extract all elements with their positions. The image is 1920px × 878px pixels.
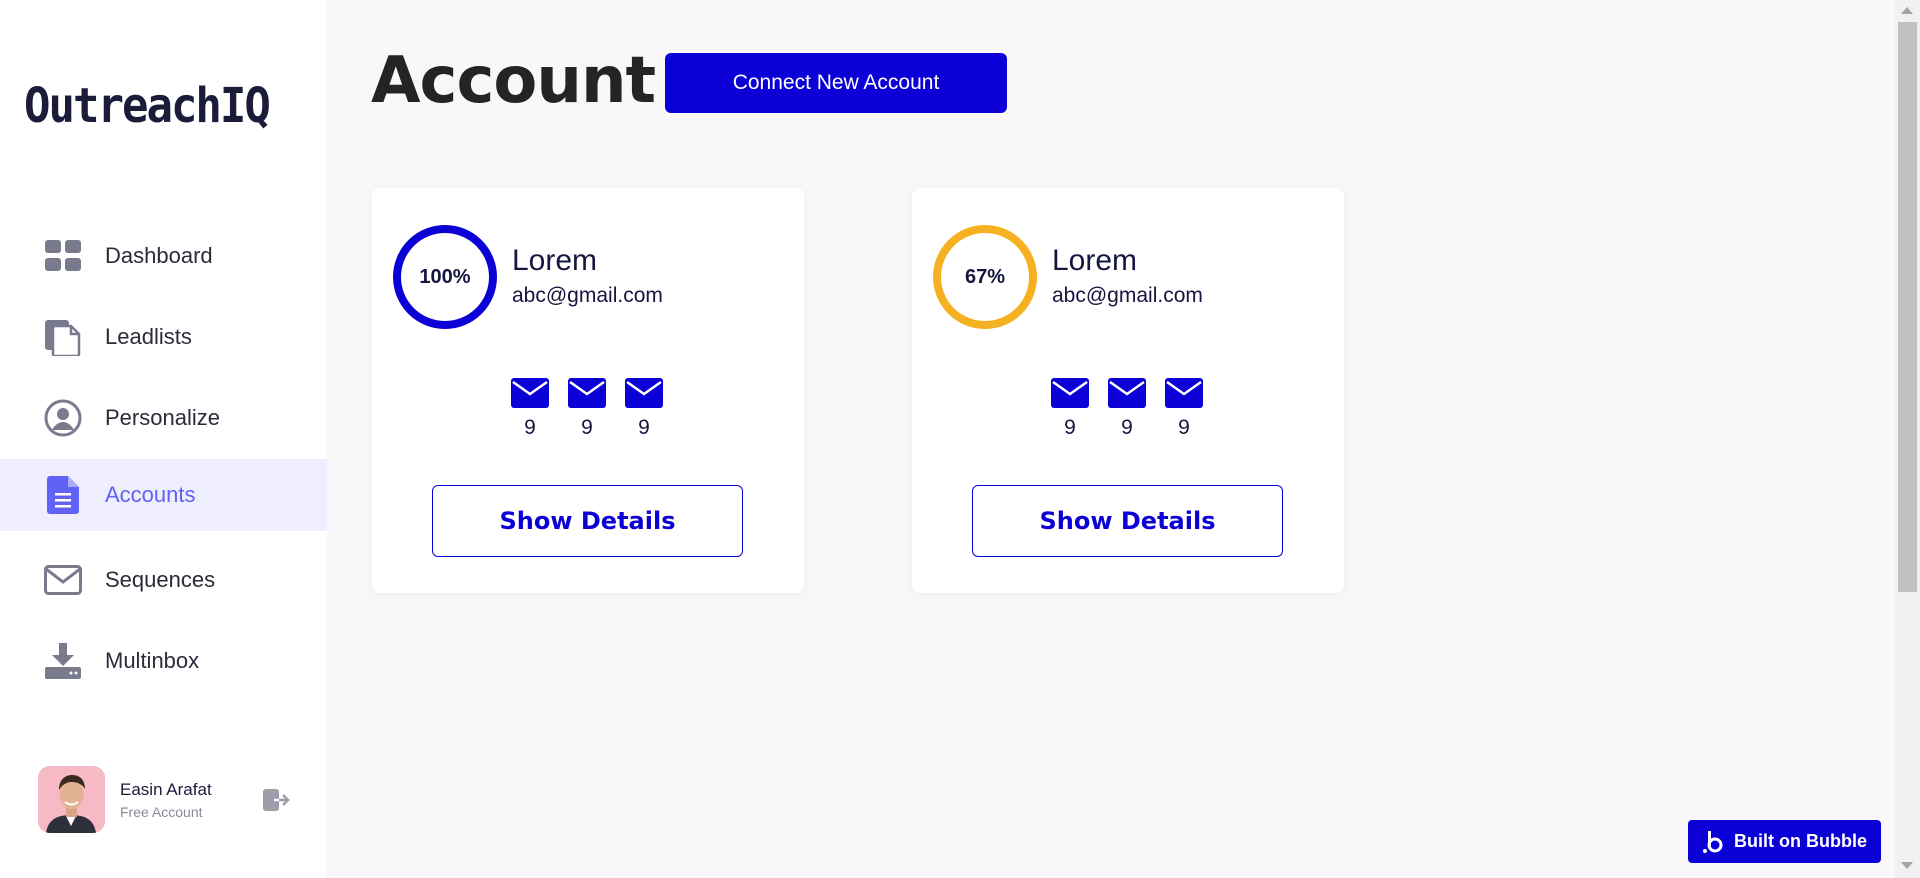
- bubble-logo-icon: [1703, 830, 1723, 853]
- sidebar-item-multinbox[interactable]: Multinbox: [0, 625, 327, 697]
- mail-icon: [511, 378, 549, 408]
- badge-label: Built on Bubble: [1734, 831, 1867, 851]
- file-text-icon: [44, 476, 82, 514]
- logout-icon[interactable]: [262, 786, 290, 814]
- sidebar-item-label: Dashboard: [105, 243, 213, 268]
- app-root: OutreachIQ Dashboard Leadlists Personali…: [0, 0, 1920, 878]
- mail-count: 9: [581, 416, 593, 439]
- mail-stat: 9: [1045, 378, 1095, 440]
- scrollbar-thumb[interactable]: [1898, 22, 1917, 592]
- mail-icon: [1108, 378, 1146, 408]
- envelope-icon: [44, 561, 82, 599]
- profile-plan: Free Account: [120, 804, 203, 820]
- account-name: Lorem: [512, 244, 598, 277]
- sidebar-item-sequences[interactable]: Sequences: [0, 544, 327, 616]
- account-email: abc@gmail.com: [1052, 284, 1203, 307]
- sidebar-item-accounts[interactable]: Accounts: [0, 459, 327, 531]
- mail-icon: [568, 378, 606, 408]
- sidebar-item-label: Multinbox: [105, 648, 200, 673]
- scroll-down-icon[interactable]: [1901, 862, 1913, 869]
- account-email: abc@gmail.com: [512, 284, 663, 307]
- mail-icon: [625, 378, 663, 408]
- show-details-button[interactable]: Show Details: [432, 485, 743, 557]
- mail-stat: 9: [505, 378, 555, 440]
- mail-stat: 9: [619, 378, 669, 440]
- avatar[interactable]: [38, 766, 105, 833]
- profile-name: Easin Arafat: [120, 780, 212, 799]
- account-card: 100% Lorem abc@gmail.com 9 9 9 Show Deta…: [372, 188, 804, 593]
- sidebar-item-dashboard[interactable]: Dashboard: [0, 220, 327, 292]
- mail-count: 9: [1064, 416, 1076, 439]
- download-tray-icon: [44, 642, 82, 680]
- sidebar-item-leadlists[interactable]: Leadlists: [0, 301, 327, 373]
- sidebar-item-personalize[interactable]: Personalize: [0, 382, 327, 454]
- account-name: Lorem: [1052, 244, 1138, 277]
- sidebar-item-label: Personalize: [105, 405, 220, 430]
- mail-stat: 9: [1159, 378, 1209, 440]
- mail-stat: 9: [562, 378, 612, 440]
- user-profile: Easin Arafat Free Account: [38, 766, 290, 834]
- built-on-bubble-badge[interactable]: Built on Bubble: [1688, 820, 1881, 863]
- scroll-up-icon[interactable]: [1901, 7, 1913, 14]
- mail-count: 9: [1121, 416, 1133, 439]
- progress-percent: 67%: [964, 265, 1006, 288]
- sidebar: OutreachIQ Dashboard Leadlists Personali…: [0, 0, 327, 878]
- show-details-button[interactable]: Show Details: [972, 485, 1283, 557]
- mail-icon: [1165, 378, 1203, 408]
- mail-stat: 9: [1102, 378, 1152, 440]
- sidebar-item-label: Accounts: [105, 482, 196, 507]
- page-title: Account: [371, 44, 656, 118]
- mail-count: 9: [638, 416, 650, 439]
- sidebar-item-label: Leadlists: [105, 324, 192, 349]
- mail-icon: [1051, 378, 1089, 408]
- mail-count: 9: [1178, 416, 1190, 439]
- document-copy-icon: [44, 318, 82, 356]
- account-card: 67% Lorem abc@gmail.com 9 9 9 Show Detai…: [912, 188, 1344, 593]
- app-logo[interactable]: OutreachIQ: [24, 78, 271, 134]
- connect-new-account-button[interactable]: Connect New Account: [665, 53, 1007, 113]
- vertical-scrollbar[interactable]: [1895, 0, 1920, 878]
- sidebar-item-label: Sequences: [105, 567, 216, 592]
- user-circle-icon: [44, 399, 82, 437]
- dashboard-grid-icon: [44, 237, 82, 275]
- progress-percent: 100%: [419, 265, 471, 288]
- mail-count: 9: [524, 416, 536, 439]
